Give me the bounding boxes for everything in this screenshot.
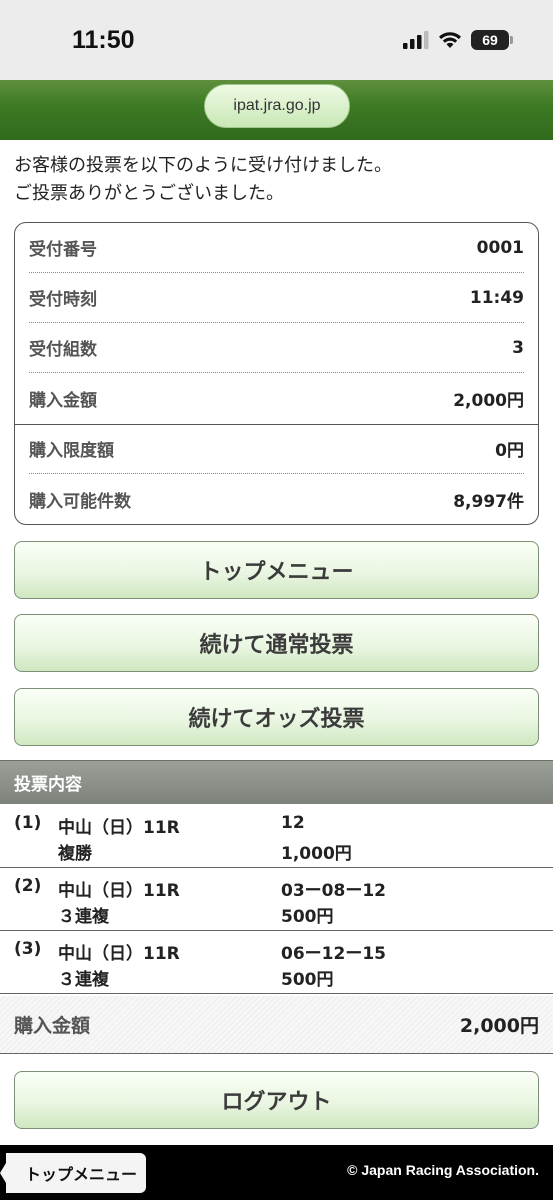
receipt-label: 購入金額 <box>29 390 97 411</box>
receipt-label: 受付時刻 <box>29 290 97 310</box>
bet-amount: 500円 <box>281 907 334 927</box>
status-bar: 11:50 69 <box>0 0 553 80</box>
page: 11:50 69 ipat.jra.go.jp お客様の投票を以下のように受け付… <box>0 0 553 1200</box>
bet-amount: 1,000円 <box>281 844 352 864</box>
status-time: 11:50 <box>72 26 135 54</box>
wifi-icon <box>439 32 461 48</box>
receipt-value: 3 <box>512 337 524 358</box>
receipt-value: 0円 <box>495 441 524 461</box>
receipt-label: 受付番号 <box>29 240 97 260</box>
bet-row: (1) 中山（日）11R 複勝 12 1,000円 <box>0 806 553 868</box>
browser-header: ipat.jra.go.jp <box>0 80 553 140</box>
footer-top-menu-label: トップメニュー <box>24 1165 137 1184</box>
bet-amount: 500円 <box>281 970 334 990</box>
bet-race: 中山（日）11R <box>58 881 180 901</box>
receipt-box: 受付番号 0001 受付時刻 11:49 受付組数 3 購入金額 2,000円 … <box>14 222 539 525</box>
bet-number: (3) <box>14 939 42 959</box>
bets-section-header: 投票内容 <box>0 760 553 804</box>
bet-combination: 12 <box>281 813 305 833</box>
receipt-value: 8,997件 <box>453 491 524 512</box>
continue-odds-vote-button[interactable]: 続けてオッズ投票 <box>14 688 539 746</box>
footer-top-menu-button[interactable]: トップメニュー <box>0 1153 146 1193</box>
continue-normal-vote-button[interactable]: 続けて通常投票 <box>14 614 539 672</box>
receipt-row-limit: 購入限度額 0円 <box>29 424 524 474</box>
status-icons: 69 <box>403 30 513 50</box>
battery-icon: 69 <box>471 30 513 50</box>
bet-race: 中山（日）11R <box>58 818 180 838</box>
battery-level: 69 <box>482 32 498 48</box>
bet-type: 複勝 <box>58 844 92 864</box>
bet-number: (2) <box>14 876 42 896</box>
receipt-row-time: 受付時刻 11:49 <box>29 273 524 323</box>
bet-type: ３連複 <box>58 907 109 927</box>
bet-type: ３連複 <box>58 970 109 990</box>
bet-row: (3) 中山（日）11R ３連複 06ー12ー15 500円 <box>0 932 553 994</box>
receipt-row-count: 受付組数 3 <box>29 323 524 373</box>
message-line-1: お客様の投票を以下のように受け付けました。 <box>14 155 392 176</box>
receipt-row-number: 受付番号 0001 <box>29 223 524 273</box>
receipt-row-amount: 購入金額 2,000円 <box>29 373 524 423</box>
receipt-label: 購入限度額 <box>29 441 114 461</box>
receipt-label: 購入可能件数 <box>29 491 131 512</box>
total-amount-bar: 購入金額 2,000円 <box>0 996 553 1054</box>
total-value: 2,000円 <box>459 1015 539 1037</box>
message-line-2: ご投票ありがとうございました。 <box>14 183 284 204</box>
footer: トップメニュー © Japan Racing Association. <box>0 1145 553 1200</box>
bet-row: (2) 中山（日）11R ３連複 03ー08ー12 500円 <box>0 869 553 931</box>
bet-number: (1) <box>14 813 42 833</box>
confirmation-message: お客様の投票を以下のように受け付けました。 ご投票ありがとうございました。 <box>14 152 539 208</box>
receipt-value: 0001 <box>476 237 524 258</box>
copyright: © Japan Racing Association. <box>347 1162 539 1178</box>
receipt-value: 11:49 <box>469 287 524 308</box>
receipt-label: 受付組数 <box>29 340 97 360</box>
bet-race: 中山（日）11R <box>58 944 180 964</box>
url-pill[interactable]: ipat.jra.go.jp <box>204 84 350 128</box>
total-label: 購入金額 <box>14 1015 91 1037</box>
logout-button[interactable]: ログアウト <box>14 1071 539 1129</box>
signal-icon <box>403 31 429 49</box>
bet-combination: 06ー12ー15 <box>281 944 386 964</box>
top-menu-button[interactable]: トップメニュー <box>14 541 539 599</box>
receipt-value: 2,000円 <box>453 390 524 411</box>
receipt-row-available: 購入可能件数 8,997件 <box>29 474 524 524</box>
bet-combination: 03ー08ー12 <box>281 881 386 901</box>
url-text: ipat.jra.go.jp <box>233 97 321 114</box>
